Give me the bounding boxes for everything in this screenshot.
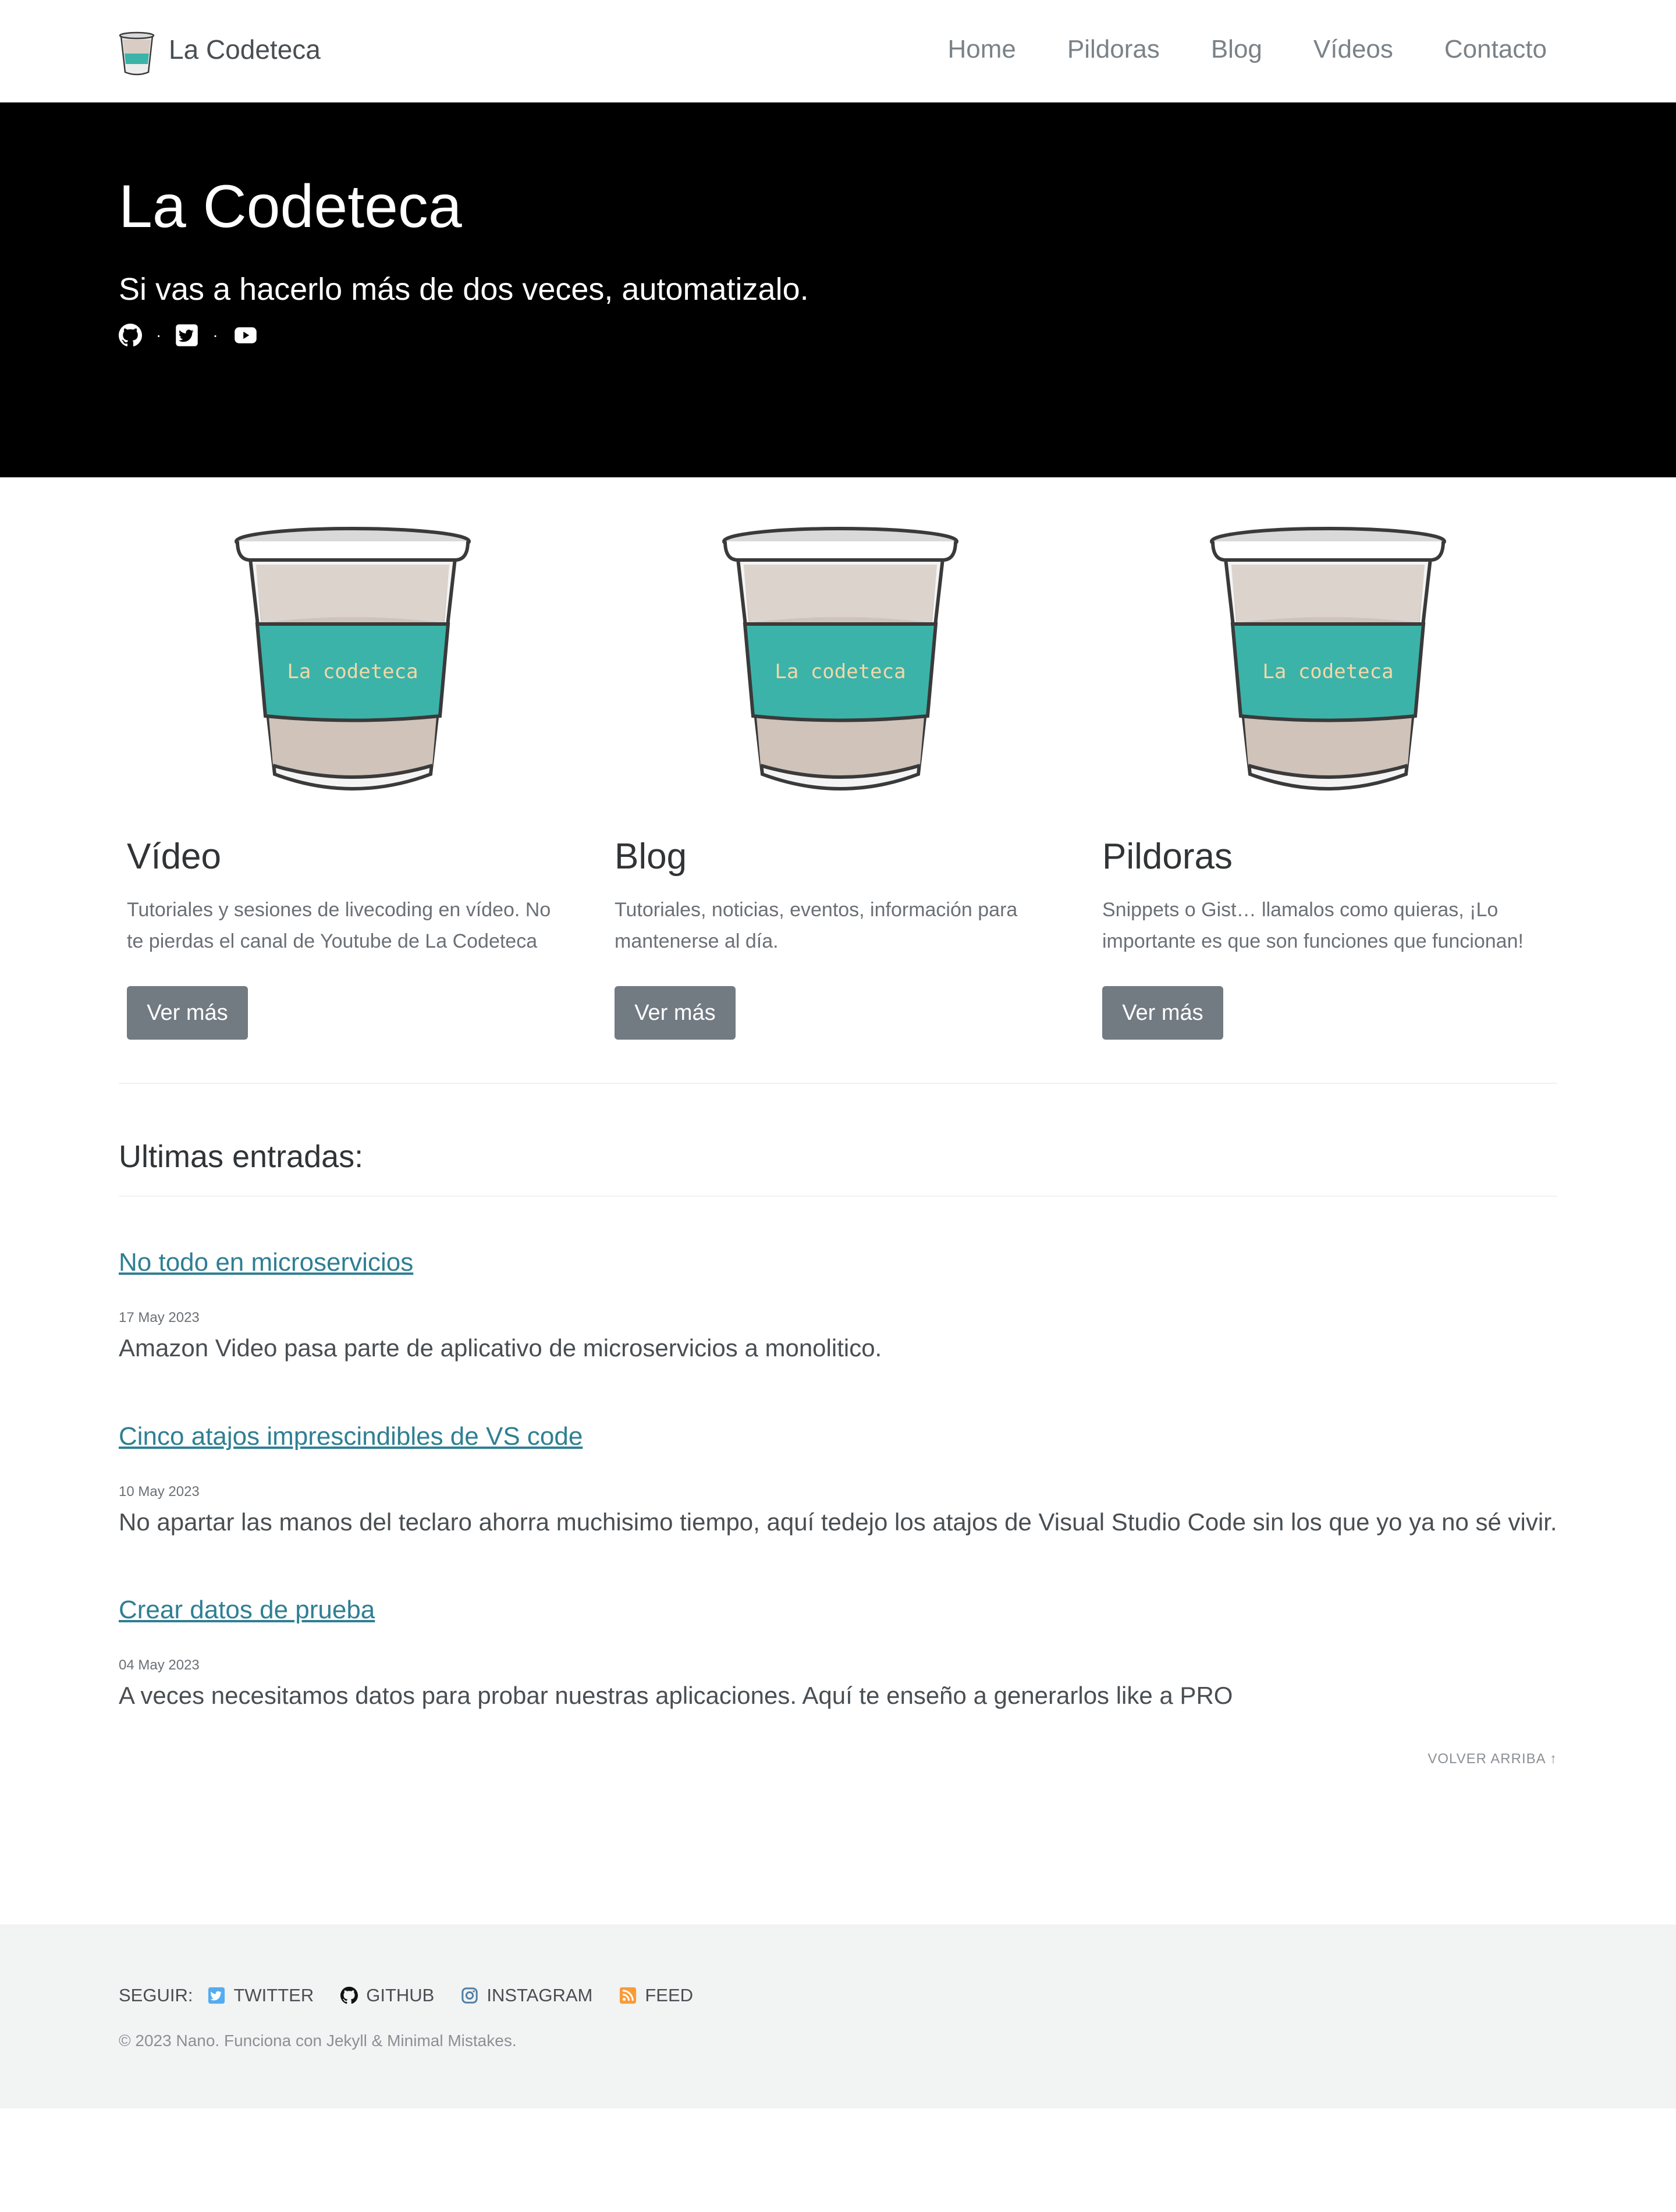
github-icon[interactable] (119, 324, 142, 347)
footer: SEGUIR: TWITTER GITHUB INSTAGRAM FEED © … (0, 1924, 1676, 2108)
feature-pildoras: La codeteca Pildoras Snippets o Gist… ll… (1094, 524, 1560, 1048)
footer-link-label: TWITTER (233, 1985, 314, 2005)
masthead: La Codeteca Home Pildoras Blog Vídeos Co… (0, 0, 1676, 102)
nav-videos[interactable]: Vídeos (1313, 35, 1393, 64)
post-date: 04 May 2023 (119, 1657, 200, 1673)
post-excerpt: No apartar las manos del teclaro ahorra … (119, 1508, 1557, 1536)
cup-label: La codeteca (1262, 660, 1393, 683)
feature-video: La codeteca Vídeo Tutoriales y sesiones … (119, 524, 584, 1048)
feature-title: Pildoras (1102, 836, 1233, 877)
feature-title: Blog (615, 836, 687, 877)
hero-social-icons: · · (119, 324, 259, 347)
footer-link-label: INSTAGRAM (487, 1985, 593, 2005)
feature-description: Tutoriales, noticias, eventos, informaci… (615, 899, 1018, 952)
divider (119, 1196, 1557, 1197)
twitter-icon[interactable] (175, 324, 198, 347)
feature-title: Vídeo (127, 836, 222, 877)
divider (119, 1083, 1557, 1084)
post-item: Crear datos de prueba 04 May 2023 A vece… (119, 1596, 1557, 1709)
ver-mas-button[interactable]: Ver más (127, 986, 248, 1040)
site-title-link[interactable]: La Codeteca (169, 34, 321, 65)
ver-mas-button[interactable]: Ver más (615, 986, 736, 1040)
footer-feed-link[interactable]: FEED (619, 1985, 693, 2006)
feature-blog: La codeteca Blog Tutoriales, noticias, e… (606, 524, 1072, 1048)
footer-link-label: GITHUB (366, 1985, 435, 2005)
youtube-icon[interactable] (232, 324, 259, 347)
post-date: 17 May 2023 (119, 1310, 200, 1325)
cup-image: La codeteca (1208, 524, 1448, 803)
hero-tagline: Si vas a hacerlo más de dos veces, autom… (119, 272, 809, 307)
separator: · (156, 326, 162, 344)
footer-github-link[interactable]: GITHUB (340, 1985, 434, 2006)
separator: · (212, 326, 218, 344)
github-icon (340, 1987, 358, 2004)
twitter-icon (208, 1987, 225, 2004)
cup-image: La codeteca (720, 524, 960, 803)
nav-pildoras[interactable]: Pildoras (1067, 35, 1160, 64)
back-to-top-link[interactable]: VOLVER ARRIBA ↑ (1428, 1751, 1557, 1767)
post-date: 10 May 2023 (119, 1484, 200, 1500)
nav-blog[interactable]: Blog (1211, 35, 1262, 64)
cup-image: La codeteca (233, 524, 473, 803)
cup-label: La codeteca (287, 660, 418, 683)
footer-link-label: FEED (645, 1985, 694, 2005)
feature-description: Tutoriales y sesiones de livecoding en v… (127, 899, 551, 952)
logo-cup-icon[interactable] (119, 31, 155, 77)
nav-contacto[interactable]: Contacto (1444, 35, 1547, 64)
follow-label: SEGUIR: (119, 1985, 193, 2005)
footer-instagram-link[interactable]: INSTAGRAM (461, 1985, 592, 2006)
feature-description: Snippets o Gist… llamalos como quieras, … (1102, 899, 1524, 952)
post-title-link[interactable]: Cinco atajos imprescindibles de VS code (119, 1422, 1557, 1451)
post-title-link[interactable]: No todo en microservicios (119, 1248, 1557, 1277)
hero-title: La Codeteca (119, 173, 462, 240)
rss-feed-icon (620, 1987, 637, 2004)
main-nav: Home Pildoras Blog Vídeos Contacto (896, 35, 1547, 64)
post-item: Cinco atajos imprescindibles de VS code … (119, 1422, 1557, 1536)
post-item: No todo en microservicios 17 May 2023 Am… (119, 1248, 1557, 1362)
hero: La Codeteca Si vas a hacerlo más de dos … (0, 102, 1676, 477)
copyright: © 2023 Nano. Funciona con Jekyll & Minim… (119, 2032, 517, 2050)
post-title-link[interactable]: Crear datos de prueba (119, 1596, 1557, 1625)
features-row: La codeteca Vídeo Tutoriales y sesiones … (119, 524, 1557, 1083)
post-excerpt: Amazon Video pasa parte de aplicativo de… (119, 1334, 882, 1362)
post-excerpt: A veces necesitamos datos para probar nu… (119, 1682, 1233, 1709)
recent-posts-title: Ultimas entradas: (119, 1139, 364, 1174)
cup-label: La codeteca (775, 660, 906, 683)
nav-home[interactable]: Home (947, 35, 1015, 64)
ver-mas-button[interactable]: Ver más (1102, 986, 1223, 1040)
instagram-icon (461, 1987, 478, 2004)
follow-links: SEGUIR: TWITTER GITHUB INSTAGRAM FEED (119, 1985, 720, 2006)
footer-twitter-link[interactable]: TWITTER (208, 1985, 314, 2006)
